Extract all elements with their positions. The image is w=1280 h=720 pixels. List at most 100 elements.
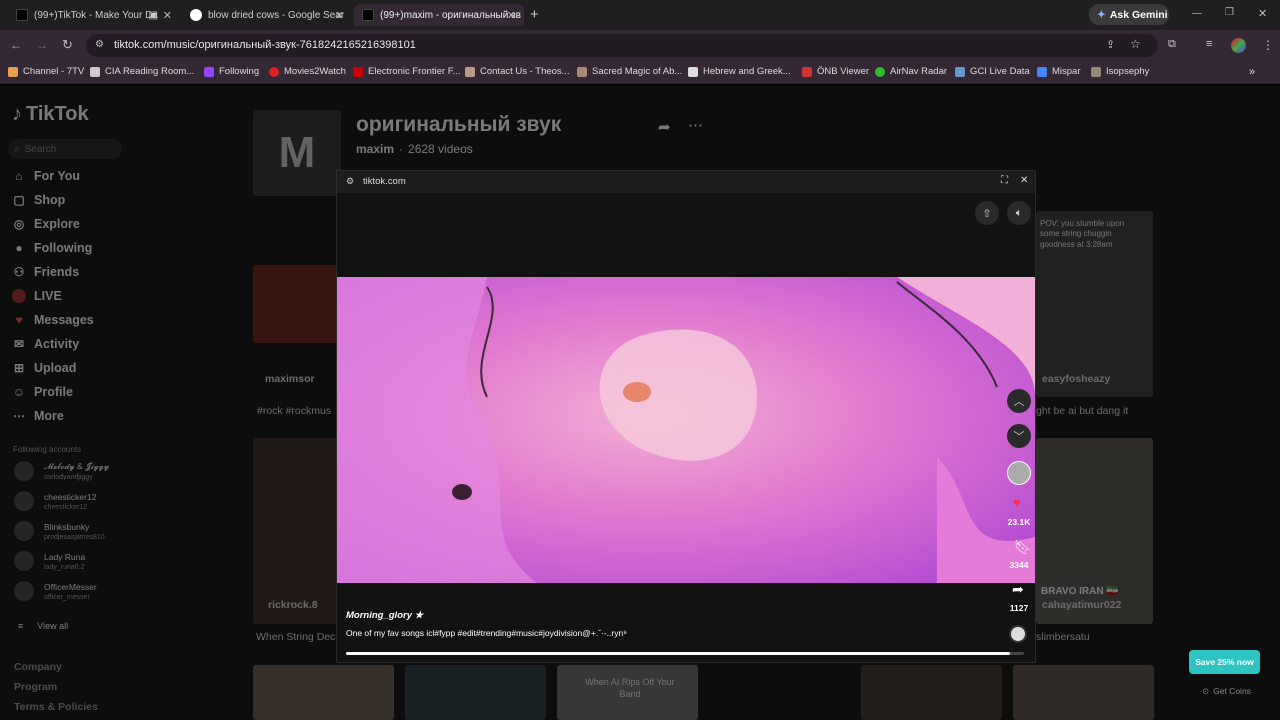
new-tab-button[interactable]: +: [530, 6, 539, 23]
previous-video-button[interactable]: ︿: [1007, 389, 1031, 413]
nav-profile[interactable]: ☺ Profile: [12, 385, 73, 399]
nav-activity[interactable]: ✉ Activity: [12, 337, 79, 351]
sound-author-link[interactable]: maxim: [356, 142, 394, 156]
tab-title: blow dried cows - Google Sear: [208, 9, 345, 21]
nav-upload[interactable]: ⊞ Upload: [12, 361, 76, 375]
tiktok-logo[interactable]: ♪ TikTok: [12, 103, 89, 126]
next-video-button[interactable]: ﹀: [1007, 424, 1031, 448]
nav-live[interactable]: LIVE: [12, 289, 62, 303]
profile-avatar[interactable]: [1231, 38, 1246, 53]
video-author[interactable]: easyfosheazy: [1042, 373, 1110, 385]
more-options-icon[interactable]: ⋯: [688, 116, 703, 134]
thumbnail-overlay-text: When AI Rips Off Your Band: [585, 677, 675, 699]
bookmark-item[interactable]: CIA Reading Room...: [90, 66, 194, 77]
video-thumbnail[interactable]: POV: you stumble upon some string chuggi…: [1036, 211, 1153, 397]
footer-program-link[interactable]: Program: [14, 681, 57, 693]
view-all-link[interactable]: ≡ View all: [18, 621, 68, 631]
video-author[interactable]: cahayatimur022: [1042, 599, 1121, 611]
site-info-icon[interactable]: ⚙: [95, 39, 104, 50]
bookmark-item[interactable]: Following: [204, 66, 259, 77]
following-icon: ●: [15, 241, 23, 255]
share-arrow-icon[interactable]: ➦: [1012, 581, 1024, 598]
video-thumbnail[interactable]: When AI Rips Off Your Band: [557, 665, 698, 720]
expand-icon[interactable]: ⛶: [1001, 175, 1008, 186]
progress-bar[interactable]: [346, 652, 1024, 655]
bookmarks-bar: Channel - 7TV CIA Reading Room... Follow…: [0, 61, 1280, 84]
tab-close-icon[interactable]: ✕: [507, 9, 516, 22]
tab-search-icon[interactable]: ⧉: [1168, 38, 1176, 51]
bookmark-item[interactable]: Contact Us - Theos...: [465, 66, 570, 77]
bookmark-item[interactable]: Isopsephy: [1091, 66, 1149, 77]
bookmark-item[interactable]: Electronic Frontier F...: [353, 66, 460, 77]
tab-audio-icon[interactable]: ▣: [149, 10, 158, 21]
volume-icon[interactable]: 🔈︎: [1007, 201, 1031, 225]
gemini-sparkle-icon: ✦: [1097, 8, 1106, 21]
bookmark-icon[interactable]: 🔖︎: [1014, 539, 1032, 556]
save-25-promo-button[interactable]: Save 25% now: [1189, 650, 1260, 674]
like-heart-icon[interactable]: ♥: [1013, 495, 1021, 510]
video-thumbnail[interactable]: [1013, 665, 1154, 720]
account-item[interactable]: 𝓜𝓮𝓵𝓸𝓭𝔂 & 𝓙𝓲𝓰𝓰𝔂 melodyandjiggy: [14, 461, 109, 481]
browser-tab-maxim[interactable]: (99+)maxim - оригинальный зв ✕: [354, 4, 524, 26]
music-disc-icon[interactable]: [1009, 625, 1027, 643]
account-item[interactable]: cheesticker12 cheesticker12: [14, 491, 96, 511]
browser-menu-icon[interactable]: ⋮: [1262, 38, 1274, 52]
tab-close-icon[interactable]: ✕: [163, 9, 172, 22]
bookmark-item[interactable]: GCI Live Data: [955, 66, 1030, 77]
modal-titlebar: ⚙ tiktok.com ⛶ ✕: [337, 171, 1035, 193]
nav-messages[interactable]: ♥ Messages: [12, 313, 93, 327]
sidebar-search-input[interactable]: ⌕ Search: [8, 139, 122, 159]
bookmark-item[interactable]: Movies2Watch: [269, 66, 346, 77]
nav-following[interactable]: ● Following: [12, 241, 92, 255]
upload-arrow-icon[interactable]: ⇧: [975, 201, 999, 225]
nav-more[interactable]: ⋯ More: [12, 409, 64, 423]
share-sound-icon[interactable]: ➦: [658, 118, 671, 136]
site-settings-icon[interactable]: ⚙: [346, 176, 354, 187]
bookmark-item[interactable]: ÖNB Viewer: [802, 66, 869, 77]
bookmark-star-icon[interactable]: ☆: [1130, 37, 1141, 51]
video-thumbnail[interactable]: [253, 665, 394, 720]
nav-explore[interactable]: ◎ Explore: [12, 217, 80, 231]
video-thumbnail[interactable]: [861, 665, 1002, 720]
close-window-button[interactable]: ✕: [1258, 7, 1267, 20]
reload-icon[interactable]: ↻: [62, 37, 73, 53]
bookmark-item[interactable]: Sacred Magic of Ab...: [577, 66, 682, 77]
media-control-icon[interactable]: ≡: [1206, 38, 1212, 50]
tab-close-icon[interactable]: ✕: [335, 9, 344, 22]
bookmark-item[interactable]: Hebrew and Greek...: [688, 66, 791, 77]
footer-terms-link[interactable]: Terms & Policies: [14, 701, 98, 713]
account-item[interactable]: OfficerMesser officer_messer: [14, 581, 97, 601]
video-author[interactable]: maximsor: [265, 373, 315, 385]
nav-for-you[interactable]: ⌂ For You: [12, 169, 80, 183]
ask-gemini-button[interactable]: ✦ Ask Gemini: [1089, 4, 1169, 25]
bookmark-favicon-icon: [1091, 66, 1101, 77]
video-thumbnail[interactable]: BRAVO IRAN 🇮🇷: [1036, 438, 1153, 624]
nav-shop[interactable]: ▢ Shop: [12, 193, 65, 207]
close-modal-icon[interactable]: ✕: [1020, 175, 1028, 186]
browser-tab-google[interactable]: blow dried cows - Google Sear ✕: [182, 4, 352, 26]
video-author[interactable]: rickrock.8: [268, 599, 318, 611]
forward-arrow-icon[interactable]: →: [36, 38, 48, 52]
bookmark-item[interactable]: AirNav Radar: [875, 66, 947, 77]
bookmark-item[interactable]: Mispar: [1037, 66, 1081, 77]
video-thumbnail[interactable]: [253, 438, 337, 624]
get-coins-button[interactable]: ⊙ Get Coins: [1202, 686, 1251, 697]
bookmark-item[interactable]: Channel - 7TV: [8, 66, 84, 77]
url-field[interactable]: ⚙ tiktok.com/music/оригинальный-звук-761…: [86, 34, 1158, 57]
video-thumbnail[interactable]: [405, 665, 546, 720]
sound-title-link[interactable]: Morning_glory ★: [346, 610, 423, 621]
bookmarks-overflow-icon[interactable]: »: [1249, 66, 1255, 78]
tab-title: (99+)maxim - оригинальный зв: [380, 9, 521, 21]
video-thumbnail[interactable]: [253, 265, 337, 343]
browser-tab-tiktok[interactable]: (99+)TikTok - Make Your Da ▣ ✕: [8, 4, 180, 26]
account-item[interactable]: Blinksbunky prodjesasjames810: [14, 521, 105, 541]
video-frame[interactable]: [337, 277, 1035, 583]
minimize-window-button[interactable]: —: [1192, 8, 1202, 19]
nav-friends[interactable]: ⚇ Friends: [12, 265, 80, 279]
account-item[interactable]: Lady Runa lady_runa0.2: [14, 551, 85, 571]
install-app-icon[interactable]: ⇪: [1106, 38, 1115, 51]
back-arrow-icon[interactable]: ←: [10, 38, 22, 52]
restore-window-button[interactable]: ❐: [1225, 7, 1234, 18]
creator-avatar[interactable]: [1007, 461, 1031, 485]
footer-company-link[interactable]: Company: [14, 661, 62, 673]
